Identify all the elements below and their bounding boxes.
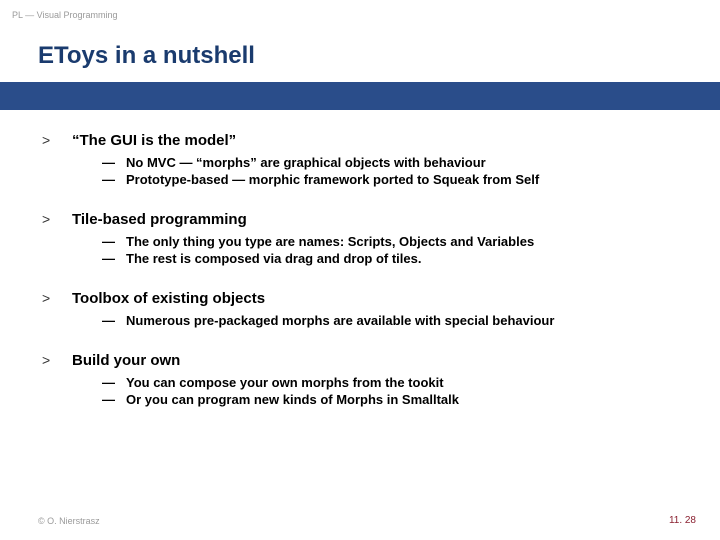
section-title: Build your own bbox=[72, 352, 180, 369]
header-label: PL — Visual Programming bbox=[12, 10, 118, 20]
chevron-icon: > bbox=[42, 211, 72, 227]
section-title: “The GUI is the model” bbox=[72, 132, 236, 149]
dash-icon: — bbox=[102, 251, 126, 266]
dash-icon: — bbox=[102, 313, 126, 328]
sub-item: — Prototype-based — morphic framework po… bbox=[102, 172, 690, 187]
sub-item: — The only thing you type are names: Scr… bbox=[102, 234, 690, 249]
section: > Tile-based programming — The only thin… bbox=[42, 211, 690, 266]
section-head: > Toolbox of existing objects bbox=[42, 290, 690, 307]
title-band bbox=[0, 82, 720, 110]
chevron-icon: > bbox=[42, 132, 72, 148]
sub-text: Prototype-based — morphic framework port… bbox=[126, 172, 539, 187]
sub-item: — You can compose your own morphs from t… bbox=[102, 375, 690, 390]
sub-text: Numerous pre-packaged morphs are availab… bbox=[126, 313, 554, 328]
sub-text: No MVC — “morphs” are graphical objects … bbox=[126, 155, 486, 170]
footer-copyright: © O. Nierstrasz bbox=[38, 516, 100, 526]
chevron-icon: > bbox=[42, 290, 72, 306]
sub-item: — No MVC — “morphs” are graphical object… bbox=[102, 155, 690, 170]
sub-text: You can compose your own morphs from the… bbox=[126, 375, 444, 390]
section-title: Toolbox of existing objects bbox=[72, 290, 265, 307]
footer-page-number: 11. 28 bbox=[669, 515, 696, 526]
dash-icon: — bbox=[102, 375, 126, 390]
section-title: Tile-based programming bbox=[72, 211, 247, 228]
sub-list: — Numerous pre-packaged morphs are avail… bbox=[102, 313, 690, 328]
sub-item: — The rest is composed via drag and drop… bbox=[102, 251, 690, 266]
section: > Build your own — You can compose your … bbox=[42, 352, 690, 407]
sub-list: — You can compose your own morphs from t… bbox=[102, 375, 690, 407]
section-head: > Build your own bbox=[42, 352, 690, 369]
dash-icon: — bbox=[102, 155, 126, 170]
sub-text: Or you can program new kinds of Morphs i… bbox=[126, 392, 459, 407]
section-head: > “The GUI is the model” bbox=[42, 132, 690, 149]
page-title: EToys in a nutshell bbox=[38, 42, 255, 70]
section-head: > Tile-based programming bbox=[42, 211, 690, 228]
sub-item: — Or you can program new kinds of Morphs… bbox=[102, 392, 690, 407]
sub-text: The only thing you type are names: Scrip… bbox=[126, 234, 534, 249]
content-area: > “The GUI is the model” — No MVC — “mor… bbox=[42, 132, 690, 431]
dash-icon: — bbox=[102, 392, 126, 407]
sub-list: — The only thing you type are names: Scr… bbox=[102, 234, 690, 266]
dash-icon: — bbox=[102, 234, 126, 249]
sub-item: — Numerous pre-packaged morphs are avail… bbox=[102, 313, 690, 328]
section: > “The GUI is the model” — No MVC — “mor… bbox=[42, 132, 690, 187]
sub-list: — No MVC — “morphs” are graphical object… bbox=[102, 155, 690, 187]
dash-icon: — bbox=[102, 172, 126, 187]
section: > Toolbox of existing objects — Numerous… bbox=[42, 290, 690, 328]
sub-text: The rest is composed via drag and drop o… bbox=[126, 251, 421, 266]
chevron-icon: > bbox=[42, 352, 72, 368]
